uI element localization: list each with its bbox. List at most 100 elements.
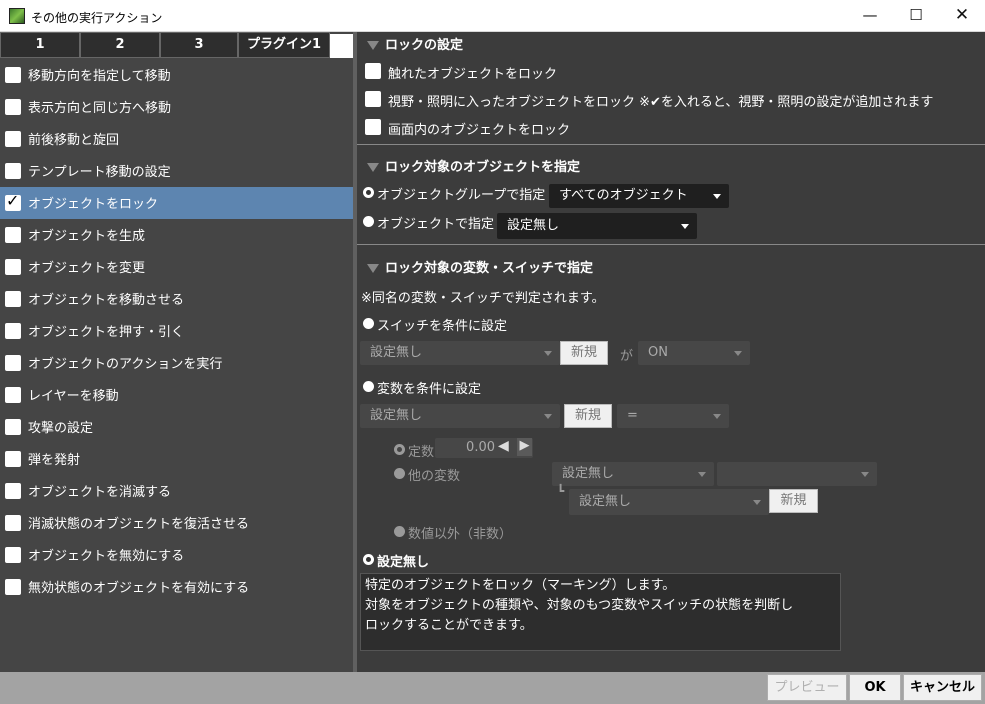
action-checkbox[interactable] (5, 451, 21, 467)
operator-dropdown[interactable]: = (617, 404, 729, 428)
description-line: 対象をオブジェクトの種類や、対象のもつ変数やスイッチの状態を判断し (365, 598, 794, 613)
checkmark-icon: ✓ (6, 191, 20, 210)
switch-dropdown[interactable]: 設定無し (360, 341, 560, 365)
variable-condition-label: 変数を条件に設定 (377, 382, 482, 397)
variable-dropdown[interactable]: 設定無し (360, 404, 560, 428)
switch-state-value: ON (648, 345, 668, 360)
window-title: その他の実行アクション (31, 11, 163, 25)
by-object-label: オブジェクトで指定 (377, 217, 495, 232)
lock-touched-checkbox[interactable] (365, 63, 381, 79)
list-item[interactable]: オブジェクトを生成 (0, 219, 353, 251)
action-checkbox[interactable] (5, 291, 21, 307)
object-dropdown-value: 設定無し (507, 218, 560, 233)
cancel-button[interactable]: キャンセル (903, 674, 982, 701)
list-item[interactable]: オブジェクトを無効にする (0, 539, 353, 571)
action-checkbox[interactable] (5, 579, 21, 595)
increment-arrow-icon[interactable]: ▶ (517, 438, 532, 456)
by-object-radio[interactable] (363, 216, 374, 227)
action-checkbox[interactable] (5, 515, 21, 531)
none-radio[interactable] (363, 554, 374, 565)
object-dropdown[interactable]: 設定無し (497, 213, 697, 239)
action-checkbox[interactable] (5, 419, 21, 435)
sub-var-new-button[interactable]: 新規 (769, 489, 818, 513)
chevron-down-icon (753, 500, 761, 505)
list-item[interactable]: 移動方向を指定して移動 (0, 59, 353, 91)
list-item-label: 攻撃の設定 (28, 421, 94, 436)
lock-screen-checkbox[interactable] (365, 119, 381, 135)
preview-button[interactable]: プレビュー (767, 674, 847, 701)
non-numeric-radio[interactable] (394, 526, 405, 537)
tab-plugin1[interactable]: プラグイン1 (238, 32, 330, 58)
action-checkbox[interactable] (5, 163, 21, 179)
list-item-label: オブジェクトを消滅する (28, 485, 172, 500)
group-dropdown[interactable]: すべてのオブジェクト (549, 184, 729, 208)
list-item[interactable]: オブジェクトを消滅する (0, 475, 353, 507)
target-section-header[interactable]: ロック対象のオブジェクトを指定 (367, 156, 580, 175)
action-checkbox[interactable] (5, 387, 21, 403)
list-item[interactable]: 前後移動と旋回 (0, 123, 353, 155)
list-item[interactable]: 攻撃の設定 (0, 411, 353, 443)
list-item[interactable]: 弾を発射 (0, 443, 353, 475)
vars-section-header[interactable]: ロック対象の変数・スイッチで指定 (367, 257, 593, 276)
vars-section-title: ロック対象の変数・スイッチで指定 (385, 261, 594, 276)
switch-new-button[interactable]: 新規 (560, 341, 608, 365)
collapse-triangle-icon (367, 264, 379, 273)
const-value: 0.00 (466, 440, 495, 455)
target-section-title: ロック対象のオブジェクトを指定 (385, 160, 581, 175)
list-item[interactable]: テンプレート移動の設定 (0, 155, 353, 187)
list-item[interactable]: 消滅状態のオブジェクトを復活させる (0, 507, 353, 539)
decrement-arrow-icon[interactable]: ◀ (498, 438, 509, 454)
app-icon (9, 8, 25, 24)
tab-2[interactable]: 2 (80, 32, 160, 58)
other-var-radio[interactable] (394, 468, 405, 479)
action-checkbox[interactable] (5, 227, 21, 243)
list-item[interactable]: レイヤーを移動 (0, 379, 353, 411)
action-checkbox[interactable] (5, 99, 21, 115)
sub-var-dropdown[interactable]: 設定無し (569, 489, 769, 515)
list-item[interactable]: 表示方向と同じ方へ移動 (0, 91, 353, 123)
maximize-button[interactable]: ☐ (893, 0, 939, 31)
switch-state-dropdown[interactable]: ON (638, 341, 750, 365)
list-item[interactable]: ✓ オブジェクトをロック (0, 187, 353, 219)
action-checkbox[interactable] (5, 547, 21, 563)
list-item[interactable]: オブジェクトを変更 (0, 251, 353, 283)
lock-section-header[interactable]: ロックの設定 (367, 34, 463, 53)
other-var-second-dropdown[interactable] (717, 462, 877, 486)
action-checkbox[interactable] (5, 323, 21, 339)
lock-view-checkbox[interactable] (365, 91, 381, 107)
action-list-panel: 1 2 3 プラグイン1 移動方向を指定して移動表示方向と同じ方へ移動 前後移動と… (0, 32, 357, 672)
ok-button[interactable]: OK (849, 674, 901, 701)
list-item-label: 表示方向と同じ方へ移動 (28, 101, 172, 116)
action-checkbox[interactable]: ✓ (5, 191, 21, 211)
lock-touched-label: 触れたオブジェクトをロック (388, 67, 558, 82)
by-group-label: オブジェクトグループで指定 (377, 188, 546, 203)
action-checkbox[interactable] (5, 259, 21, 275)
action-checkbox[interactable] (5, 131, 21, 147)
vars-note: ※同名の変数・スイッチで判定されます。 (361, 291, 605, 306)
minimize-button[interactable]: — (847, 0, 893, 31)
action-checkbox[interactable] (5, 483, 21, 499)
variable-new-button[interactable]: 新規 (564, 404, 612, 428)
list-item-label: オブジェクトをロック (28, 197, 159, 212)
const-radio[interactable] (394, 444, 405, 455)
by-group-radio[interactable] (363, 187, 374, 198)
action-checkbox[interactable] (5, 355, 21, 371)
divider (357, 244, 985, 245)
list-item[interactable]: オブジェクトを移動させる (0, 283, 353, 315)
divider (357, 144, 985, 145)
group-dropdown-value: すべてのオブジェクト (559, 188, 688, 203)
tab-3[interactable]: 3 (160, 32, 238, 58)
action-checkbox[interactable] (5, 67, 21, 83)
other-var-dropdown[interactable]: 設定無し (552, 462, 714, 486)
list-item[interactable]: 無効状態のオブジェクトを有効にする (0, 571, 353, 603)
close-button[interactable]: ✕ (939, 0, 985, 31)
list-item-label: 消滅状態のオブジェクトを復活させる (28, 517, 250, 532)
list-item[interactable]: オブジェクトを押す・引く (0, 315, 353, 347)
list-item-label: オブジェクトを移動させる (28, 293, 185, 308)
tab-1[interactable]: 1 (0, 32, 80, 58)
list-item-label: 前後移動と旋回 (28, 133, 120, 148)
non-numeric-label: 数値以外（非数） (408, 527, 513, 542)
list-item[interactable]: オブジェクトのアクションを実行 (0, 347, 353, 379)
switch-condition-radio[interactable] (363, 318, 374, 329)
variable-condition-radio[interactable] (363, 381, 374, 392)
